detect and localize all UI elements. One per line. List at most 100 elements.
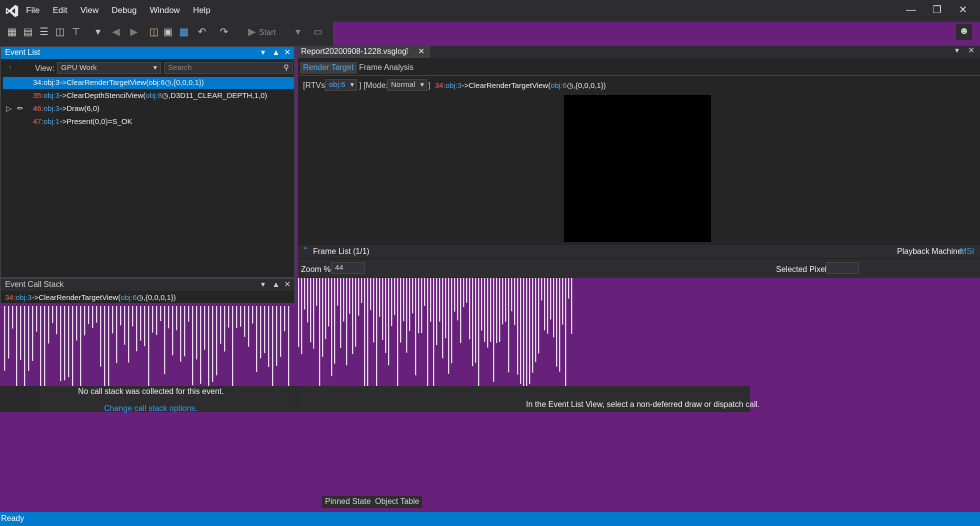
event-object[interactable]: obj:3 xyxy=(43,78,59,87)
pin-icon[interactable]: ▲ xyxy=(272,47,280,59)
artifact-stripe xyxy=(331,278,333,377)
close-icon[interactable]: ✕ xyxy=(968,46,975,55)
event-object[interactable]: obj:3 xyxy=(445,81,461,90)
menu-file[interactable]: File xyxy=(26,5,40,15)
dropdown-icon[interactable]: ▾ xyxy=(292,27,304,39)
playback-machine-link[interactable]: MSI xyxy=(960,247,974,256)
rtvs-select[interactable]: obj:6 ▾ xyxy=(325,79,357,91)
artifact-stripe xyxy=(328,278,330,327)
open-folder-icon[interactable]: ◫ xyxy=(148,27,160,39)
frame-list-label[interactable]: Frame List (1/1) xyxy=(313,247,369,256)
render-target-preview[interactable] xyxy=(564,95,711,242)
table-icon[interactable]: ▤ xyxy=(22,27,34,39)
artifact-stripe xyxy=(48,306,50,344)
tab-frame-analysis[interactable]: Frame Analysis xyxy=(356,62,417,74)
artifact-stripe xyxy=(358,278,360,316)
event-row-46[interactable]: ▷ ✏ 46:obj:3->Draw(6,0) xyxy=(3,103,100,115)
save-icon[interactable]: ▣ xyxy=(162,27,174,39)
screen-icon[interactable]: ▭ xyxy=(312,27,324,39)
search-input[interactable]: Search ⚲ xyxy=(164,62,293,74)
event-rest: ,D3D11_CLEAR_DEPTH,1,0) xyxy=(168,91,268,100)
dropdown-icon[interactable]: ▾ xyxy=(261,47,265,59)
tab-pinned-state[interactable]: Pinned State xyxy=(322,496,374,508)
artifact-stripe xyxy=(523,278,525,395)
list-icon[interactable]: ☰ xyxy=(38,27,50,39)
tab-render-target[interactable]: Render Target xyxy=(300,62,357,74)
artifact-stripe xyxy=(436,278,438,346)
start-button[interactable]: Start xyxy=(259,28,276,37)
event-object[interactable]: obj:3 xyxy=(43,104,59,113)
event-arg-link[interactable]: obj:8 xyxy=(146,91,162,100)
zoom-input[interactable]: 44 xyxy=(331,262,365,274)
event-call: ->Draw(6,0) xyxy=(59,104,100,113)
change-call-stack-options-link[interactable]: Change call stack options. xyxy=(104,404,197,413)
chevron-up-icon[interactable]: ⌃ xyxy=(302,246,309,255)
minimize-icon[interactable]: — xyxy=(904,4,918,18)
document-tab[interactable]: Report20200908-1228.vsglog ⊺ ✕ xyxy=(298,46,430,58)
event-row-34[interactable]: 34:obj:3->ClearRenderTargetView(obj:6◷,{… xyxy=(3,77,294,89)
undo-icon[interactable]: ↶ xyxy=(196,27,208,39)
artifact-stripe xyxy=(355,278,357,347)
artifact-stripe xyxy=(144,306,146,347)
chevron-down-icon: ▾ xyxy=(153,63,157,72)
menu-edit[interactable]: Edit xyxy=(53,5,68,15)
event-object[interactable]: obj:1 xyxy=(43,117,59,126)
mode-select[interactable]: Normal ▾ xyxy=(387,79,427,91)
menu-help[interactable]: Help xyxy=(193,5,210,15)
event-arg-link[interactable]: obj:6 xyxy=(149,78,165,87)
artifact-stripe xyxy=(553,278,555,338)
menu-view[interactable]: View xyxy=(80,5,98,15)
tree-icon[interactable]: ⊤ xyxy=(70,27,82,39)
artifact-stripe xyxy=(559,278,561,372)
expand-arrow-icon[interactable]: ▷ xyxy=(6,103,12,115)
current-event: 34:obj:3->ClearRenderTargetView(obj:6◷,{… xyxy=(435,81,606,90)
dropdown-icon[interactable]: ▾ xyxy=(955,46,959,55)
artifact-stripe xyxy=(415,278,417,376)
artifact-stripe xyxy=(156,306,158,335)
close-icon[interactable]: ✕ xyxy=(284,47,291,59)
pin-icon[interactable]: ⊺ xyxy=(405,46,409,58)
artifact-stripe xyxy=(565,278,567,394)
restore-icon[interactable]: ❐ xyxy=(930,4,944,18)
event-arg-link[interactable]: obj:6 xyxy=(551,81,567,90)
artifact-stripe xyxy=(541,278,543,301)
forward-icon[interactable]: ▶ xyxy=(128,27,140,39)
artifact-stripe xyxy=(367,278,369,395)
menu-window[interactable]: Window xyxy=(150,5,180,15)
artifact-stripe xyxy=(228,306,230,328)
columns-icon[interactable]: ◫ xyxy=(54,27,66,39)
tab-object-table[interactable]: Object Table xyxy=(372,496,423,508)
artifact-stripe xyxy=(301,278,303,355)
view-select[interactable]: GPU Work ▾ xyxy=(57,62,161,74)
artifact-stripe xyxy=(168,306,170,329)
event-row-35[interactable]: 35:obj:3->ClearDepthStencilView(obj:8◷,D… xyxy=(3,90,267,102)
selected-pixel-field[interactable] xyxy=(826,262,859,274)
chevron-down-icon: ▾ xyxy=(420,80,424,89)
artifact-stripe xyxy=(370,278,372,311)
artifact-stripe xyxy=(340,278,342,348)
artifact-stripe xyxy=(406,278,408,353)
artifact-stripe xyxy=(100,306,102,367)
artifact-stripe xyxy=(466,278,468,303)
artifact-stripe xyxy=(319,278,321,386)
close-icon[interactable]: ✕ xyxy=(956,4,970,18)
artifact-stripe xyxy=(532,278,534,373)
artifact-stripe xyxy=(284,306,286,332)
artifact-stripe xyxy=(484,278,486,342)
artifact-stripe xyxy=(490,278,492,342)
close-icon[interactable]: ✕ xyxy=(418,46,425,58)
artifact-stripe xyxy=(361,278,363,304)
up-arrow-icon[interactable]: ↑ xyxy=(8,63,12,72)
back-icon[interactable]: ◀ xyxy=(110,27,122,39)
save-all-icon[interactable]: ▩ xyxy=(178,27,190,39)
redo-icon[interactable]: ↷ xyxy=(218,27,230,39)
layout-icon[interactable]: ▦ xyxy=(6,27,18,39)
start-icon[interactable]: ▶ xyxy=(246,27,258,39)
feedback-icon[interactable]: ☻ xyxy=(956,24,972,40)
event-object[interactable]: obj:3 xyxy=(43,91,59,100)
dropdown-icon[interactable]: ▾ xyxy=(92,27,104,39)
menu-debug[interactable]: Debug xyxy=(112,5,137,15)
event-row-47[interactable]: 47:obj:1->Present(0,0)=S_OK xyxy=(3,116,132,128)
artifact-stripe xyxy=(80,306,82,392)
artifact-stripe xyxy=(184,306,186,357)
